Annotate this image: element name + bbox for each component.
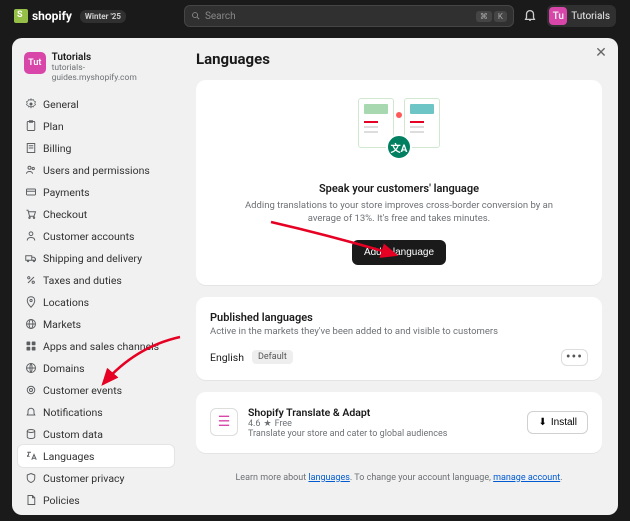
bell-icon xyxy=(24,406,37,419)
season-badge: Winter '25 xyxy=(80,10,126,23)
languages-link[interactable]: languages xyxy=(308,473,349,483)
person-icon xyxy=(24,230,37,243)
add-language-button[interactable]: Add a language xyxy=(352,240,446,265)
nav-shipping[interactable]: Shipping and delivery xyxy=(18,247,174,269)
database-icon xyxy=(24,428,37,441)
search-icon xyxy=(191,11,201,21)
clipboard-icon xyxy=(24,120,37,133)
shield-icon xyxy=(24,472,37,485)
language-name: English xyxy=(210,351,244,364)
gear-icon xyxy=(24,98,37,111)
app-meta: 4.6 ★ Free xyxy=(248,419,447,429)
nav-billing[interactable]: Billing xyxy=(18,137,174,159)
truck-icon xyxy=(24,252,37,265)
more-actions-button[interactable]: ••• xyxy=(561,349,588,366)
nav-custom-data[interactable]: Custom data xyxy=(18,423,174,445)
nav-domains[interactable]: Domains xyxy=(18,357,174,379)
translate-icon xyxy=(24,450,37,463)
brand-text: shopify xyxy=(32,9,72,23)
account-menu[interactable]: Tu Tutorials xyxy=(547,5,616,27)
nav-payments[interactable]: Payments xyxy=(18,181,174,203)
nav-users[interactable]: Users and permissions xyxy=(18,159,174,181)
main-content: Languages 文A Speak your customers' langu… xyxy=(180,38,618,515)
hero-heading: Speak your customers' language xyxy=(236,182,562,195)
nav-policies[interactable]: Policies xyxy=(18,489,174,511)
app-description: Translate your store and cater to global… xyxy=(248,429,447,439)
translate-illustration: 文A xyxy=(354,98,444,168)
document-icon xyxy=(24,494,37,507)
settings-nav: General Plan Billing Users and permissio… xyxy=(18,93,174,511)
nav-plan[interactable]: Plan xyxy=(18,115,174,137)
default-badge: Default xyxy=(252,350,293,364)
avatar: Tu xyxy=(549,7,567,25)
manage-account-link[interactable]: manage account xyxy=(493,473,560,483)
pin-icon xyxy=(24,296,37,309)
star-icon: ★ xyxy=(264,419,272,429)
published-languages-card: Published languages Active in the market… xyxy=(196,297,602,380)
hero-card: 文A Speak your customers' language Adding… xyxy=(196,80,602,285)
published-title: Published languages xyxy=(210,311,588,324)
language-row: English Default ••• xyxy=(210,349,588,366)
shopify-bag-icon xyxy=(14,9,28,23)
nav-notifications[interactable]: Notifications xyxy=(18,401,174,423)
footer-help-text: Learn more about languages. To change yo… xyxy=(196,465,602,495)
users-icon xyxy=(24,164,37,177)
settings-sidebar: Tut Tutorials tutorials-guides.myshopify… xyxy=(12,38,180,515)
nav-checkout[interactable]: Checkout xyxy=(18,203,174,225)
nav-locations[interactable]: Locations xyxy=(18,291,174,313)
install-button[interactable]: ⬇ Install xyxy=(527,411,588,434)
domain-icon xyxy=(24,362,37,375)
grid-icon xyxy=(24,340,37,353)
translate-badge-icon: 文A xyxy=(386,134,412,160)
store-name: Tutorials xyxy=(52,52,168,63)
search-placeholder: Search xyxy=(205,11,236,22)
published-subtitle: Active in the markets they've been added… xyxy=(210,326,588,337)
page-title: Languages xyxy=(196,50,602,68)
globe-icon xyxy=(24,318,37,331)
account-label: Tutorials xyxy=(571,11,610,22)
nav-customer-accounts[interactable]: Customer accounts xyxy=(18,225,174,247)
app-icon: ☰ xyxy=(210,408,238,436)
nav-apps[interactable]: Apps and sales channels xyxy=(18,335,174,357)
top-bar: shopify Winter '25 Search ⌘ K Tu Tutoria… xyxy=(0,0,630,32)
download-icon: ⬇ xyxy=(538,417,546,428)
target-icon xyxy=(24,384,37,397)
hero-description: Adding translations to your store improv… xyxy=(236,199,562,226)
notifications-icon[interactable] xyxy=(523,8,537,25)
percent-icon xyxy=(24,274,37,287)
nav-privacy[interactable]: Customer privacy xyxy=(18,467,174,489)
search-shortcut: ⌘ K xyxy=(476,11,507,22)
nav-languages[interactable]: Languages xyxy=(18,445,174,467)
store-avatar: Tut xyxy=(24,52,46,74)
store-url: tutorials-guides.myshopify.com xyxy=(52,63,168,83)
search-input[interactable]: Search ⌘ K xyxy=(184,5,514,27)
shopify-logo[interactable]: shopify Winter '25 xyxy=(14,9,126,23)
nav-taxes[interactable]: Taxes and duties xyxy=(18,269,174,291)
settings-panel: ✕ Tut Tutorials tutorials-guides.myshopi… xyxy=(12,38,618,515)
app-name: Shopify Translate & Adapt xyxy=(248,406,447,419)
nav-general[interactable]: General xyxy=(18,93,174,115)
nav-customer-events[interactable]: Customer events xyxy=(18,379,174,401)
app-promo-card: ☰ Shopify Translate & Adapt 4.6 ★ Free T… xyxy=(196,392,602,453)
nav-markets[interactable]: Markets xyxy=(18,313,174,335)
cart-icon xyxy=(24,208,37,221)
store-header[interactable]: Tut Tutorials tutorials-guides.myshopify… xyxy=(18,48,174,93)
receipt-icon xyxy=(24,142,37,155)
card-icon xyxy=(24,186,37,199)
